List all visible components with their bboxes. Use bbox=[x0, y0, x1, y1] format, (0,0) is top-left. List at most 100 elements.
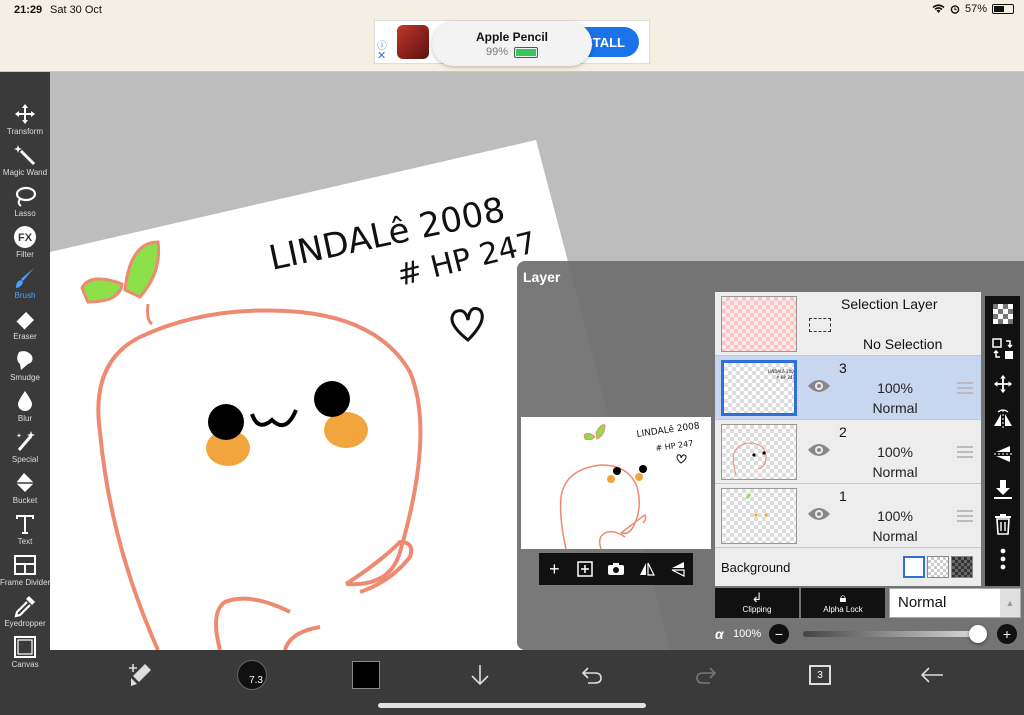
layer-blend-mode: Normal bbox=[872, 528, 918, 544]
selection-layer-thumb bbox=[721, 296, 797, 352]
tool-smudge[interactable]: Smudge bbox=[0, 344, 50, 385]
layer-number: 3 bbox=[839, 360, 847, 376]
preview-text-1: LINDALê 2008 bbox=[636, 420, 701, 440]
trash-icon[interactable] bbox=[985, 506, 1020, 541]
import-down-icon[interactable] bbox=[464, 658, 496, 692]
background-white-swatch[interactable] bbox=[903, 556, 925, 578]
tool-frame-divider[interactable]: Frame Divider bbox=[0, 549, 50, 590]
brush-size-button[interactable]: 7.3 bbox=[236, 658, 268, 692]
alpha-value: 100% bbox=[733, 628, 762, 640]
background-dark-swatch[interactable] bbox=[951, 556, 973, 578]
tool-bucket[interactable]: Bucket bbox=[0, 467, 50, 508]
selection-layer-title: Selection Layer bbox=[841, 296, 938, 312]
tool-filter[interactable]: FX Filter bbox=[0, 221, 50, 262]
tool-transform[interactable]: Transform bbox=[0, 98, 50, 139]
canvas-preview[interactable]: LINDALê 2008 # HP 247 bbox=[521, 417, 711, 550]
add-layer-icon[interactable]: + bbox=[542, 557, 566, 581]
undo-icon[interactable] bbox=[576, 658, 608, 692]
swap-layers-icon[interactable] bbox=[985, 331, 1020, 366]
merge-down-icon[interactable] bbox=[985, 471, 1020, 506]
magic-wand-icon bbox=[14, 145, 36, 166]
brush-swap-icon[interactable] bbox=[124, 658, 156, 692]
tool-special[interactable]: Special bbox=[0, 426, 50, 467]
blend-mode-select[interactable]: Normal bbox=[889, 588, 1021, 618]
layer-row-1[interactable]: 1 100% Normal bbox=[715, 484, 981, 548]
layer-opacity: 100% bbox=[877, 380, 913, 396]
alarm-icon bbox=[950, 5, 960, 14]
redo-icon[interactable] bbox=[690, 658, 722, 692]
lasso-icon bbox=[15, 186, 37, 207]
opacity-slider[interactable] bbox=[803, 625, 987, 643]
layer-blend-mode: Normal bbox=[872, 464, 918, 480]
home-indicator[interactable] bbox=[378, 703, 646, 708]
background-transparent-swatch[interactable] bbox=[927, 556, 949, 578]
layer-opacity: 100% bbox=[877, 508, 913, 524]
layer-row-3[interactable]: LINDALê 2008 # HP 247 3 100% Normal bbox=[715, 356, 981, 420]
alpha-lock-button[interactable]: 🔒︎ Alpha Lock bbox=[801, 588, 885, 618]
opacity-slider-handle[interactable] bbox=[969, 625, 987, 643]
flip-horizontal-icon[interactable] bbox=[635, 557, 659, 581]
preview-action-bar: + bbox=[539, 553, 693, 585]
tool-eraser[interactable]: Eraser bbox=[0, 303, 50, 344]
eye-left bbox=[208, 404, 244, 440]
drag-handle-icon[interactable] bbox=[957, 382, 973, 394]
layer-list: Selection Layer No Selection LINDALê 200… bbox=[715, 292, 981, 586]
svg-text:# HP 247: # HP 247 bbox=[776, 375, 794, 380]
preview-text-2: # HP 247 bbox=[655, 439, 694, 453]
close-icon[interactable]: ✕ bbox=[377, 49, 386, 62]
opacity-plus-button[interactable]: + bbox=[997, 624, 1017, 644]
status-bar: 21:29 Sat 30 Oct 57% ⓘ ✕ STALL Apple Pen… bbox=[0, 0, 1024, 72]
preview-artwork: LINDALê 2008 # HP 247 bbox=[559, 420, 701, 550]
frame-divider-icon bbox=[14, 555, 36, 575]
ad-app-icon[interactable] bbox=[397, 25, 429, 59]
selection-layer-subtitle: No Selection bbox=[863, 336, 943, 352]
eye-icon[interactable] bbox=[807, 506, 831, 522]
status-date: Sat 30 Oct bbox=[50, 4, 102, 16]
status-time: 21:29 bbox=[14, 4, 43, 16]
flip-vertical-icon[interactable] bbox=[985, 436, 1020, 471]
apple-pencil-toast: Apple Pencil 99% bbox=[432, 22, 592, 66]
lock-icon: 🔒︎ bbox=[839, 590, 847, 605]
tool-blur[interactable]: Blur bbox=[0, 385, 50, 426]
more-icon[interactable] bbox=[985, 541, 1020, 576]
background-row: Background bbox=[715, 550, 981, 586]
drag-handle-icon[interactable] bbox=[957, 446, 973, 458]
eye-icon[interactable] bbox=[807, 442, 831, 458]
alpha-symbol: α bbox=[715, 626, 724, 642]
add-plus-box-icon[interactable] bbox=[573, 557, 597, 581]
status-right: 57% bbox=[932, 3, 1014, 15]
brush-size-icon: 7.3 bbox=[237, 660, 267, 690]
eye-right bbox=[314, 381, 350, 417]
move-icon[interactable] bbox=[985, 366, 1020, 401]
tool-eyedropper[interactable]: Eyedropper bbox=[0, 590, 50, 631]
blur-drop-icon bbox=[18, 391, 32, 411]
tool-brush[interactable]: Brush bbox=[0, 262, 50, 303]
clipping-button[interactable]: ↲ Clipping bbox=[715, 588, 799, 618]
flip-horizontal-icon[interactable] bbox=[985, 401, 1020, 436]
tool-magic-wand[interactable]: Magic Wand bbox=[0, 139, 50, 180]
wifi-icon bbox=[932, 4, 945, 13]
opacity-minus-button[interactable]: − bbox=[769, 624, 789, 644]
tool-text[interactable]: Text bbox=[0, 508, 50, 549]
bucket-icon bbox=[16, 473, 34, 492]
back-arrow-icon[interactable] bbox=[916, 658, 948, 692]
tool-canvas[interactable]: Canvas bbox=[0, 631, 50, 672]
layer-row-2[interactable]: 2 100% Normal bbox=[715, 420, 981, 484]
checker-new-layer-icon[interactable] bbox=[985, 296, 1020, 331]
layer-number: 1 bbox=[839, 488, 847, 504]
layers-button[interactable]: 3 bbox=[804, 658, 836, 692]
battery-icon bbox=[992, 4, 1014, 14]
color-button[interactable] bbox=[350, 658, 382, 692]
drag-handle-icon[interactable] bbox=[957, 510, 973, 522]
pencil-battery: 99% bbox=[432, 46, 592, 58]
svg-text:LINDALê 2008: LINDALê 2008 bbox=[768, 369, 794, 374]
text-icon bbox=[16, 515, 34, 534]
layer-blend-mode: Normal bbox=[872, 400, 918, 416]
layer-number: 2 bbox=[839, 424, 847, 440]
tool-lasso[interactable]: Lasso bbox=[0, 180, 50, 221]
eye-icon[interactable] bbox=[807, 378, 831, 394]
layer-side-toolbar bbox=[985, 296, 1020, 586]
selection-layer-row[interactable]: Selection Layer No Selection bbox=[715, 292, 981, 356]
camera-icon[interactable] bbox=[604, 557, 628, 581]
flip-vertical-icon[interactable] bbox=[666, 557, 690, 581]
